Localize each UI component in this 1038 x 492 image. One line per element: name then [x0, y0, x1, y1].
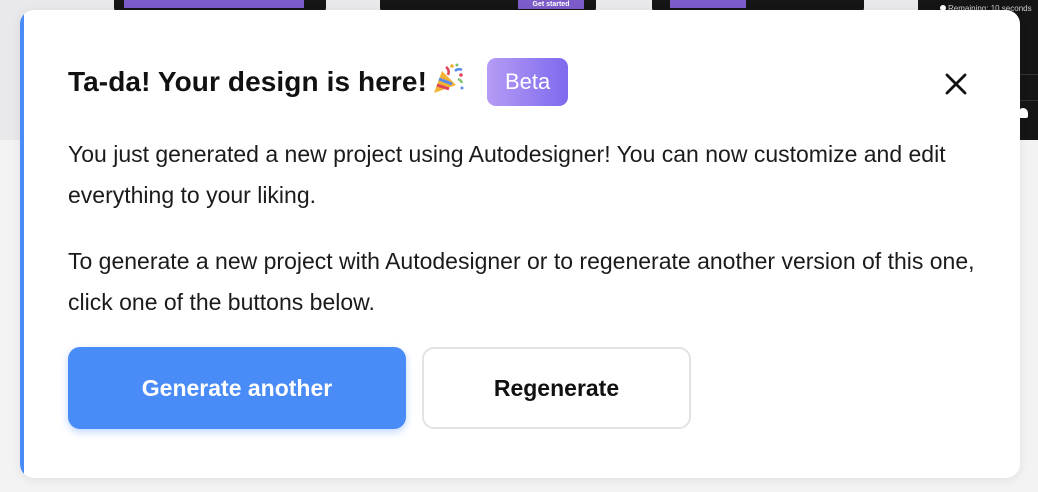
party-popper-icon — [431, 62, 465, 96]
thumbnail-banner — [670, 0, 746, 8]
modal-header: Ta-da! Your design is here! Beta — [68, 58, 569, 106]
intro-text: You just generated a new project using A… — [68, 141, 946, 208]
thumbnail-cta: Get started — [518, 0, 584, 9]
generate-another-button[interactable]: Generate another — [68, 347, 406, 429]
thumbnail-banner — [124, 0, 304, 8]
modal-accent-bar — [20, 10, 24, 478]
modal-title: Ta-da! Your design is here! — [68, 66, 427, 97]
close-button[interactable] — [940, 68, 972, 100]
beta-badge: Beta — [487, 58, 569, 106]
close-icon — [945, 73, 967, 95]
autodesigner-modal: Ta-da! Your design is here! Beta You jus… — [20, 10, 1020, 478]
instruction-text: To generate a new project with Autodesig… — [68, 248, 975, 315]
regenerate-button[interactable]: Regenerate — [422, 347, 691, 429]
